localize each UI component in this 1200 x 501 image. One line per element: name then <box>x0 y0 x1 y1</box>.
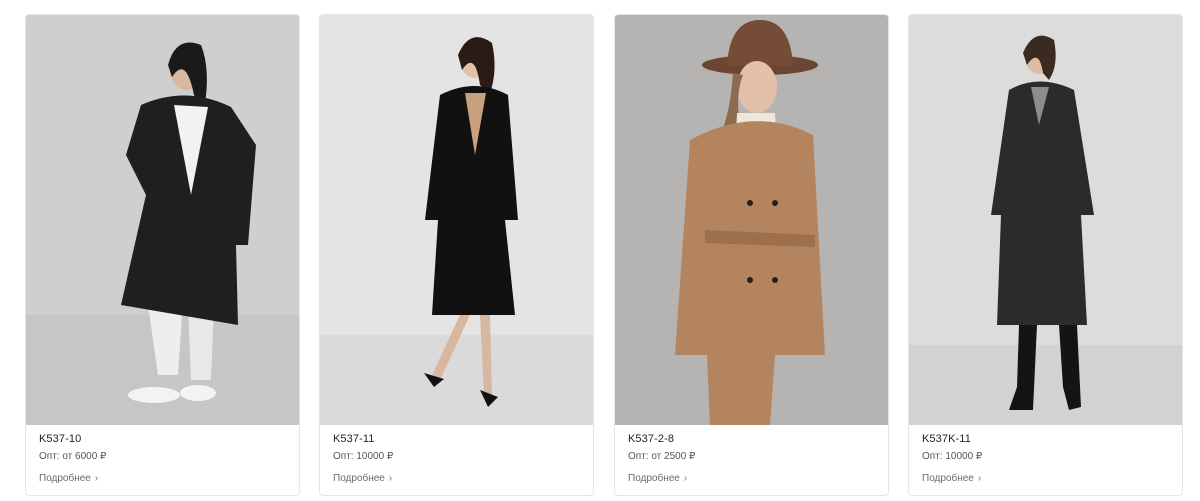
product-photo[interactable] <box>26 15 299 425</box>
product-card[interactable]: K537-10 Опт: от 6000 ₽ Подробнее › <box>25 14 300 496</box>
product-sku[interactable]: K537K-11 <box>922 433 1172 445</box>
chevron-right-icon: › <box>977 473 982 484</box>
chevron-right-icon: › <box>94 473 99 484</box>
chevron-right-icon: › <box>388 473 393 484</box>
product-sku[interactable]: K537-2-8 <box>628 433 878 445</box>
product-info: K537-10 Опт: от 6000 ₽ <box>39 433 289 462</box>
product-info: K537K-11 Опт: 10000 ₽ <box>922 433 1172 462</box>
product-price: Опт: от 6000 ₽ <box>39 451 107 462</box>
chevron-right-icon: › <box>683 473 688 484</box>
product-price: Опт: 10000 ₽ <box>922 451 983 462</box>
product-sku[interactable]: K537-10 <box>39 433 289 445</box>
product-info: K537-11 Опт: 10000 ₽ <box>333 433 583 462</box>
product-card[interactable]: K537K-11 Опт: 10000 ₽ Подробнее › <box>908 14 1183 496</box>
product-info: K537-2-8 Опт: от 2500 ₽ <box>628 433 878 462</box>
product-price: Опт: 10000 ₽ <box>333 451 394 462</box>
product-card[interactable]: K537-11 Опт: 10000 ₽ Подробнее › <box>319 14 594 496</box>
details-link-label: Подробнее <box>628 473 680 484</box>
product-price: Опт: от 2500 ₽ <box>628 451 696 462</box>
product-grid: K537-10 Опт: от 6000 ₽ Подробнее › K537-… <box>0 0 1200 501</box>
product-card[interactable]: K537-2-8 Опт: от 2500 ₽ Подробнее › <box>614 14 889 496</box>
product-photo[interactable] <box>615 15 888 425</box>
details-link-label: Подробнее <box>333 473 385 484</box>
details-link-label: Подробнее <box>922 473 974 484</box>
product-sku[interactable]: K537-11 <box>333 433 583 445</box>
details-link[interactable]: Подробнее › <box>39 473 98 484</box>
details-link[interactable]: Подробнее › <box>333 473 392 484</box>
product-photo[interactable] <box>320 15 593 425</box>
details-link[interactable]: Подробнее › <box>628 473 687 484</box>
product-photo[interactable] <box>909 15 1182 425</box>
details-link-label: Подробнее <box>39 473 91 484</box>
details-link[interactable]: Подробнее › <box>922 473 981 484</box>
